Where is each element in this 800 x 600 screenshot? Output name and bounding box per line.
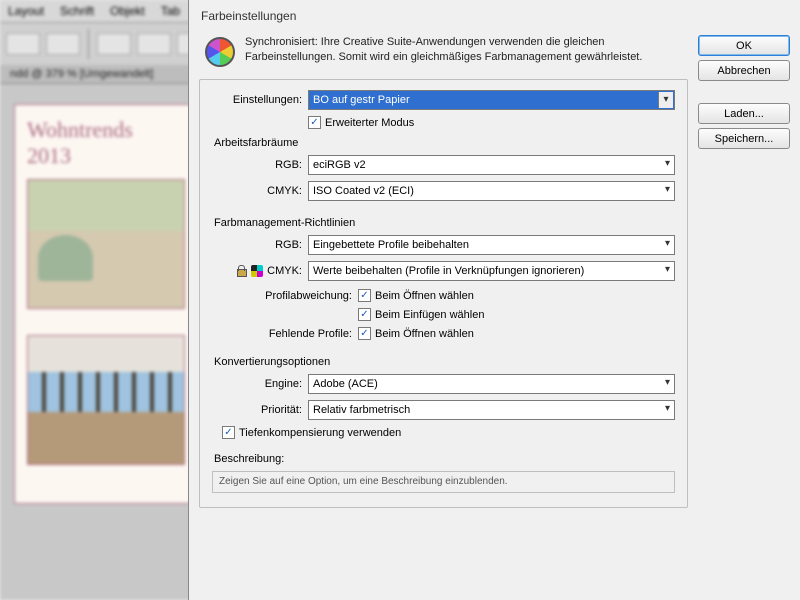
policy-cmyk-label: CMYK: xyxy=(267,265,302,277)
sync-status-row: Synchronisiert: Ihre Creative Suite-Anwe… xyxy=(199,35,688,79)
settings-panel: Einstellungen: BO auf gestr Papier ✓ Erw… xyxy=(199,79,688,508)
intent-label: Priorität: xyxy=(212,404,302,416)
engine-dropdown[interactable]: Adobe (ACE) xyxy=(308,374,675,394)
dialog-button-column: OK Abbrechen Laden... Speichern... xyxy=(698,35,790,508)
missing-profiles-label: Fehlende Profile: xyxy=(212,328,352,340)
rgb-label: RGB: xyxy=(212,159,302,171)
toolbar-slot[interactable] xyxy=(46,33,80,55)
rgb-workspace-dropdown[interactable]: eciRGB v2 xyxy=(308,155,675,175)
mismatch-paste-checkbox[interactable]: ✓ Beim Einfügen wählen xyxy=(358,308,484,321)
mismatch-paste-label: Beim Einfügen wählen xyxy=(375,309,484,321)
toolbar-slot[interactable] xyxy=(6,33,40,55)
description-header: Beschreibung: xyxy=(214,453,675,465)
workspaces-header: Arbeitsfarbräume xyxy=(214,137,675,149)
page-title: Wohntrends 2013 xyxy=(27,117,179,169)
sync-status-text: Synchronisiert: Ihre Creative Suite-Anwe… xyxy=(245,35,686,67)
lock-icon xyxy=(235,265,247,277)
image-livingroom[interactable] xyxy=(27,335,185,465)
color-wheel-icon xyxy=(205,37,235,67)
bpc-checkbox[interactable]: ✓ Tiefenkompensierung verwenden xyxy=(222,426,401,439)
document-page: Wohntrends 2013 xyxy=(14,104,192,504)
advanced-mode-checkbox[interactable]: ✓ Erweiterter Modus xyxy=(308,116,414,129)
policy-cmyk-dropdown[interactable]: Werte beibehalten (Profile in Verknüpfun… xyxy=(308,261,675,281)
checkbox-icon: ✓ xyxy=(358,289,371,302)
settings-dropdown[interactable]: BO auf gestr Papier xyxy=(308,90,675,110)
load-button[interactable]: Laden... xyxy=(698,103,790,124)
save-button[interactable]: Speichern... xyxy=(698,128,790,149)
missing-open-label: Beim Öffnen wählen xyxy=(375,328,474,340)
cancel-button[interactable]: Abbrechen xyxy=(698,60,790,81)
menu-font[interactable]: Schrift xyxy=(60,4,94,18)
settings-label: Einstellungen: xyxy=(212,94,302,106)
cmyk-label: CMYK: xyxy=(212,185,302,197)
mismatch-open-checkbox[interactable]: ✓ Beim Öffnen wählen xyxy=(358,289,474,302)
policy-rgb-dropdown[interactable]: Eingebettete Profile beibehalten xyxy=(308,235,675,255)
dialog-title: Farbeinstellungen xyxy=(189,0,800,35)
checkbox-icon: ✓ xyxy=(358,308,371,321)
toolbar-slot[interactable] xyxy=(97,33,131,55)
image-bathroom[interactable] xyxy=(27,179,185,309)
toolbar-divider xyxy=(88,29,89,59)
color-settings-dialog: Farbeinstellungen Synchronisiert: Ihre C… xyxy=(188,0,800,600)
menu-table[interactable]: Tab xyxy=(161,4,180,18)
advanced-mode-label: Erweiterter Modus xyxy=(325,117,414,129)
cmyk-icon xyxy=(251,265,263,277)
profile-mismatch-label: Profilabweichung: xyxy=(212,290,352,302)
checkbox-icon: ✓ xyxy=(222,426,235,439)
policies-header: Farbmanagement-Richtlinien xyxy=(214,217,675,229)
conversion-header: Konvertierungsoptionen xyxy=(214,356,675,368)
policy-rgb-label: RGB: xyxy=(212,239,302,251)
checkbox-icon: ✓ xyxy=(308,116,321,129)
bpc-label: Tiefenkompensierung verwenden xyxy=(239,427,401,439)
menu-layout[interactable]: Layout xyxy=(8,4,44,18)
missing-open-checkbox[interactable]: ✓ Beim Öffnen wählen xyxy=(358,327,474,340)
ok-button[interactable]: OK xyxy=(698,35,790,56)
cmyk-workspace-dropdown[interactable]: ISO Coated v2 (ECI) xyxy=(308,181,675,201)
menu-object[interactable]: Objekt xyxy=(110,4,145,18)
intent-dropdown[interactable]: Relativ farbmetrisch xyxy=(308,400,675,420)
engine-label: Engine: xyxy=(212,378,302,390)
checkbox-icon: ✓ xyxy=(358,327,371,340)
description-box: Zeigen Sie auf eine Option, um eine Besc… xyxy=(212,471,675,493)
toolbar-slot[interactable] xyxy=(137,33,171,55)
mismatch-open-label: Beim Öffnen wählen xyxy=(375,290,474,302)
